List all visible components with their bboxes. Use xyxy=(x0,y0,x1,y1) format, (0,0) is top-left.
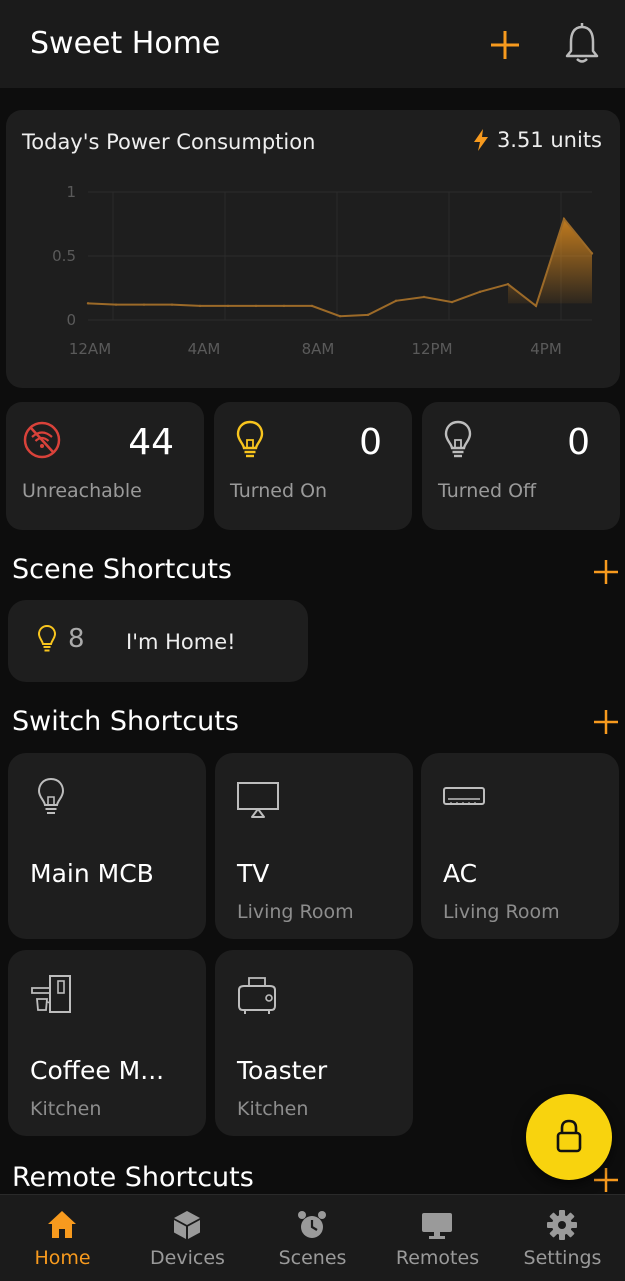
scene-card-im-home[interactable]: 8 I'm Home! xyxy=(8,600,308,682)
chart-point xyxy=(590,252,594,255)
lock-fab-button[interactable] xyxy=(526,1094,612,1180)
chart-point xyxy=(422,295,426,299)
gear-icon xyxy=(547,1210,577,1240)
x-tick-label: 12AM xyxy=(69,340,111,358)
switch-card-coffee-machine[interactable]: Coffee M... Kitchen xyxy=(8,950,206,1136)
chart-point xyxy=(506,282,510,286)
unreachable-count: 44 xyxy=(128,422,174,463)
switch-shortcuts-title: Switch Shortcuts xyxy=(12,706,239,737)
nav-scenes[interactable]: Scenes xyxy=(250,1195,375,1281)
turned-on-count: 0 xyxy=(359,422,382,463)
nav-label: Home xyxy=(34,1247,91,1269)
power-chart: 1 0.5 0 12AM 4AM 8AM 12PM 4PM xyxy=(52,183,594,358)
scene-device-count: 8 xyxy=(68,624,85,654)
switch-room: Living Room xyxy=(443,901,560,923)
add-switch-plus-icon[interactable] xyxy=(592,708,620,736)
nav-home[interactable]: Home xyxy=(0,1195,125,1281)
chart-point xyxy=(338,314,342,318)
chart-point xyxy=(394,299,398,302)
lock-icon xyxy=(556,1119,582,1153)
add-scene-plus-icon[interactable] xyxy=(592,558,620,586)
monitor-icon xyxy=(422,1213,452,1239)
nav-label: Remotes xyxy=(395,1247,480,1269)
nav-label: Settings xyxy=(523,1247,602,1269)
switch-name: Coffee M... xyxy=(30,1056,165,1085)
bulb-icon xyxy=(37,624,57,652)
chart-point xyxy=(282,304,286,308)
toaster-icon xyxy=(238,977,276,1014)
chart-point xyxy=(478,290,482,294)
tv-icon xyxy=(237,782,279,818)
x-tick-label: 4AM xyxy=(188,340,221,358)
turned-off-count: 0 xyxy=(567,422,590,463)
switch-card-tv[interactable]: TV Living Room xyxy=(215,753,413,939)
y-tick-label: 1 xyxy=(66,183,76,201)
chart-point xyxy=(142,303,146,306)
home-icon xyxy=(48,1211,76,1238)
switch-name: Main MCB xyxy=(30,859,154,888)
plus-icon[interactable] xyxy=(486,26,524,64)
scene-name: I'm Home! xyxy=(126,630,236,654)
y-tick-label: 0.5 xyxy=(52,247,76,265)
ac-icon xyxy=(443,787,485,805)
bottom-nav: Home Devices Scenes Remotes Settings xyxy=(0,1194,625,1281)
bulb-off-icon xyxy=(444,420,472,458)
switch-room: Kitchen xyxy=(237,1098,309,1120)
switch-name: TV xyxy=(237,859,270,888)
chart-point xyxy=(534,304,538,308)
nav-devices[interactable]: Devices xyxy=(125,1195,250,1281)
chart-point xyxy=(310,304,314,308)
bolt-icon xyxy=(473,129,488,151)
chart-point xyxy=(562,217,566,221)
chart-point xyxy=(450,300,454,304)
unreachable-label: Unreachable xyxy=(22,480,142,502)
switch-card-toaster[interactable]: Toaster Kitchen xyxy=(215,950,413,1136)
coffee-machine-icon xyxy=(31,975,71,1013)
turned-off-label: Turned Off xyxy=(438,480,537,502)
stat-unreachable[interactable]: 44 Unreachable xyxy=(6,402,204,530)
chart-point xyxy=(86,302,90,305)
chart-point xyxy=(198,304,202,308)
power-value-text: 3.51 units xyxy=(496,128,602,152)
remote-shortcuts-title: Remote Shortcuts xyxy=(12,1162,254,1193)
top-bar: Sweet Home xyxy=(0,0,625,88)
switch-room: Living Room xyxy=(237,901,354,923)
chart-point xyxy=(114,303,118,306)
chart-point xyxy=(170,303,174,306)
stat-turned-on[interactable]: 0 Turned On xyxy=(214,402,412,530)
x-tick-label: 8AM xyxy=(302,340,335,358)
bell-icon[interactable] xyxy=(562,22,602,66)
power-title: Today's Power Consumption xyxy=(22,130,316,154)
scene-shortcuts-title: Scene Shortcuts xyxy=(12,554,232,585)
bulb-icon xyxy=(37,777,65,814)
stat-turned-off[interactable]: 0 Turned Off xyxy=(422,402,620,530)
alarm-clock-icon xyxy=(298,1211,326,1238)
nav-label: Devices xyxy=(150,1247,225,1269)
switch-name: Toaster xyxy=(237,1056,328,1085)
chart-point xyxy=(366,313,370,317)
y-tick-label: 0 xyxy=(66,311,76,329)
chart-point xyxy=(254,304,258,308)
nav-remotes[interactable]: Remotes xyxy=(375,1195,500,1281)
bulb-on-icon xyxy=(236,420,264,458)
cube-icon xyxy=(174,1211,200,1239)
switch-card-ac[interactable]: AC Living Room xyxy=(421,753,619,939)
home-title: Sweet Home xyxy=(30,26,221,61)
wifi-off-icon xyxy=(23,421,61,459)
power-value: 3.51 units xyxy=(473,128,602,152)
switch-name: AC xyxy=(443,859,478,888)
switch-room: Kitchen xyxy=(30,1098,102,1120)
nav-settings[interactable]: Settings xyxy=(500,1195,625,1281)
power-consumption-card[interactable]: Today's Power Consumption 3.51 units 1 0.… xyxy=(6,110,620,388)
chart-point xyxy=(226,304,230,308)
x-tick-label: 12PM xyxy=(411,340,452,358)
turned-on-label: Turned On xyxy=(230,480,328,502)
x-tick-label: 4PM xyxy=(530,340,562,358)
switch-card-main-mcb[interactable]: Main MCB xyxy=(8,753,206,939)
nav-label: Scenes xyxy=(278,1247,347,1269)
